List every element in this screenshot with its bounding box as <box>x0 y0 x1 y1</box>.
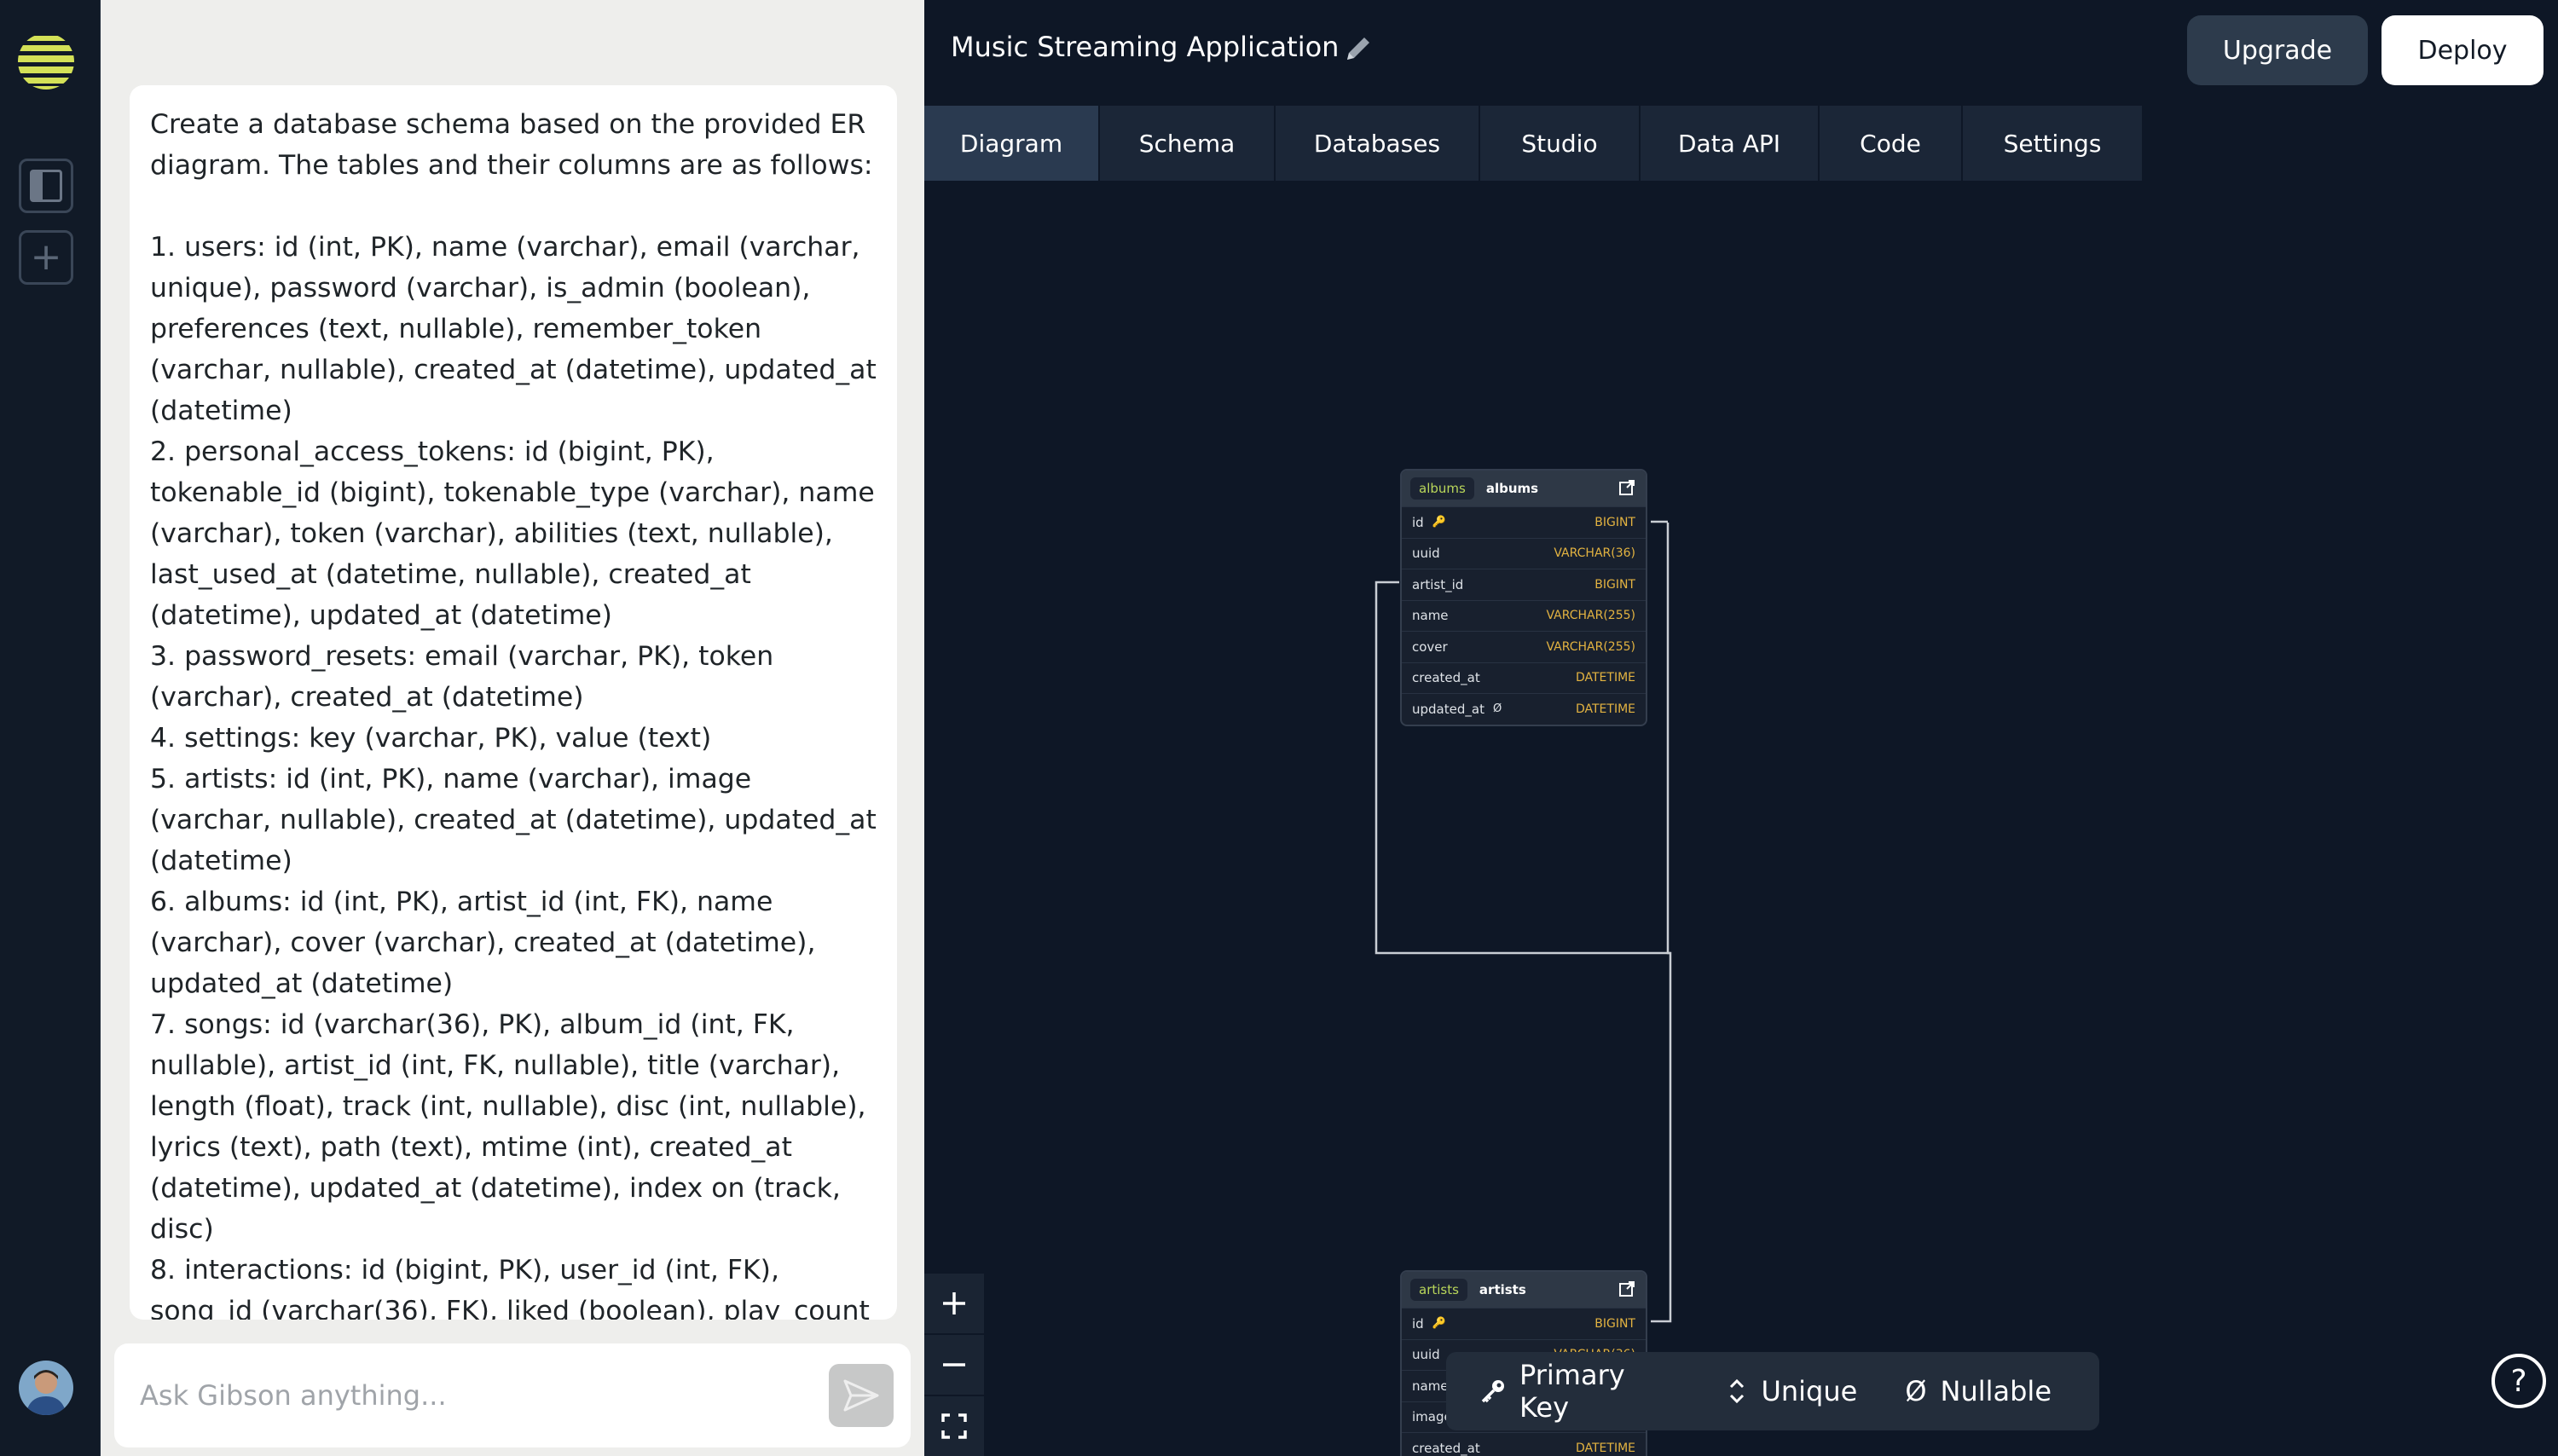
table-row[interactable]: uuid VARCHAR(36) <box>1402 537 1646 569</box>
fit-view-button[interactable] <box>924 1396 984 1456</box>
deploy-button[interactable]: Deploy <box>2381 15 2544 85</box>
main-tabs: Diagram Schema Databases Studio Data API… <box>924 106 2144 181</box>
tab-databases[interactable]: Databases <box>1276 106 1480 181</box>
tab-diagram[interactable]: Diagram <box>924 106 1100 181</box>
legend-label: Nullable <box>1940 1375 2052 1407</box>
chat-panel: Create a database schema based on the pr… <box>101 0 924 1456</box>
table-row[interactable]: artist_id BIGINT <box>1402 569 1646 600</box>
column-name: updated_at <box>1412 701 1484 717</box>
toggle-sidebar-button[interactable] <box>19 159 73 213</box>
user-prompt-message: Create a database schema based on the pr… <box>130 85 897 1320</box>
column-name: created_at <box>1412 1440 1480 1456</box>
legend-primary-key: Primary Key <box>1480 1359 1679 1424</box>
table-row[interactable]: cover VARCHAR(255) <box>1402 631 1646 662</box>
key-icon: 🔑 <box>1432 516 1446 529</box>
tab-code[interactable]: Code <box>1820 106 1963 181</box>
relation-lines <box>1374 520 1672 1323</box>
column-name: id <box>1412 1315 1424 1332</box>
key-icon: 🔑 <box>1432 1317 1446 1331</box>
key-icon <box>1480 1378 1506 1404</box>
table-card-header: artists artists <box>1402 1272 1646 1308</box>
column-type: VARCHAR(255) <box>1546 639 1635 654</box>
tab-data-api[interactable]: Data API <box>1641 106 1820 181</box>
send-button[interactable] <box>829 1364 894 1427</box>
left-rail: + <box>0 0 101 1456</box>
column-name: uuid <box>1412 1347 1440 1363</box>
sidebar-panel-icon <box>30 170 62 202</box>
column-type: DATETIME <box>1575 671 1635 685</box>
nullable-icon: Ø <box>1492 702 1502 716</box>
column-type: DATETIME <box>1575 1441 1635 1455</box>
project-title: Music Streaming Application <box>951 31 1340 63</box>
app-logo-icon[interactable] <box>17 32 75 90</box>
chat-input[interactable] <box>140 1374 771 1417</box>
nullable-icon: Ø <box>1905 1375 1927 1407</box>
send-icon <box>843 1379 879 1412</box>
column-name: name <box>1412 1378 1449 1394</box>
help-icon[interactable]: ? <box>2491 1354 2546 1408</box>
column-name: id <box>1412 514 1424 530</box>
table-chip: albums <box>1410 477 1474 500</box>
diagram-canvas[interactable]: albums albums id 🔑 BIGINT uuid VARCHAR(36) … <box>924 181 2558 1456</box>
open-external-icon[interactable] <box>1618 479 1635 496</box>
legend-unique: Unique <box>1727 1375 1857 1407</box>
plus-icon: + <box>30 235 62 279</box>
open-external-icon[interactable] <box>1618 1280 1635 1297</box>
table-row[interactable]: id 🔑 BIGINT <box>1402 1308 1646 1339</box>
column-name: artist_id <box>1412 576 1464 592</box>
legend-label: Primary Key <box>1519 1359 1625 1424</box>
top-bar: Music Streaming Application Upgrade Depl… <box>924 0 2558 102</box>
table-name: albums <box>1485 481 1539 496</box>
tab-schema[interactable]: Schema <box>1100 106 1276 181</box>
column-type: VARCHAR(255) <box>1546 609 1635 623</box>
zoom-out-button[interactable] <box>924 1335 984 1395</box>
minus-icon <box>943 1363 965 1366</box>
legend-nullable: Ø Nullable <box>1905 1375 2052 1407</box>
plus-icon <box>943 1292 965 1314</box>
table-row[interactable]: created_at DATETIME <box>1402 1432 1646 1456</box>
column-type: BIGINT <box>1594 577 1635 592</box>
table-name: artists <box>1479 1282 1526 1297</box>
column-name: name <box>1412 608 1449 624</box>
column-name: created_at <box>1412 670 1480 686</box>
upgrade-button[interactable]: Upgrade <box>2187 15 2368 85</box>
tab-settings[interactable]: Settings <box>1963 106 2144 181</box>
legend-label: Unique <box>1761 1375 1858 1407</box>
diagram-legend: Primary Key Unique Ø Nullable <box>1446 1352 2099 1430</box>
column-type: DATETIME <box>1575 702 1635 716</box>
column-name: cover <box>1412 638 1448 655</box>
fullscreen-icon <box>941 1413 967 1439</box>
edit-title-pencil-icon[interactable] <box>1342 32 1374 65</box>
chevron-up-down-icon <box>1727 1378 1747 1405</box>
chat-composer <box>114 1343 911 1447</box>
column-type: VARCHAR(36) <box>1554 546 1635 561</box>
table-chip: artists <box>1410 1279 1467 1301</box>
user-avatar[interactable] <box>19 1361 73 1415</box>
albums-table-card[interactable]: albums albums id 🔑 BIGINT uuid VARCHAR(36) … <box>1400 469 1647 726</box>
table-row[interactable]: name VARCHAR(255) <box>1402 599 1646 632</box>
column-type: BIGINT <box>1594 515 1635 529</box>
table-row[interactable]: created_at DATETIME <box>1402 662 1646 694</box>
zoom-in-button[interactable] <box>924 1274 984 1333</box>
column-name: uuid <box>1412 546 1440 562</box>
new-project-button[interactable]: + <box>19 230 73 285</box>
column-type: BIGINT <box>1594 1316 1635 1331</box>
table-row[interactable]: updated_at Ø DATETIME <box>1402 693 1646 725</box>
table-row[interactable]: id 🔑 BIGINT <box>1402 506 1646 538</box>
table-card-header: albums albums <box>1402 471 1646 506</box>
tab-studio[interactable]: Studio <box>1480 106 1641 181</box>
